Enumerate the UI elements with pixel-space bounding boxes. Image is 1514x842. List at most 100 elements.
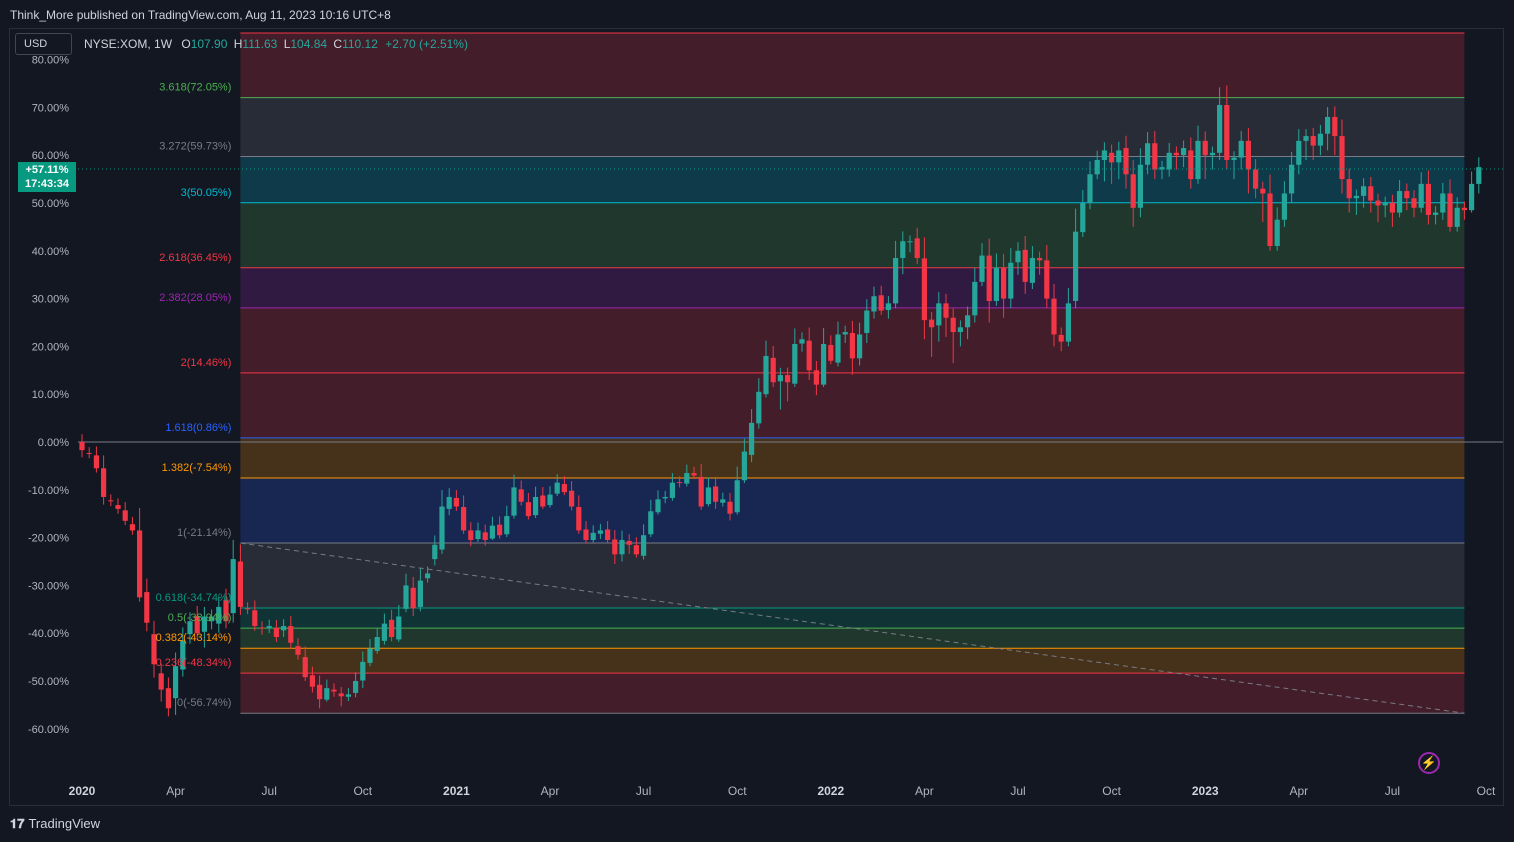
x-tick-label: Apr [1289, 784, 1308, 798]
x-tick-label: Apr [915, 784, 934, 798]
candle-body [1130, 174, 1136, 208]
candle-body [713, 486, 719, 502]
candle-body [554, 482, 560, 494]
candle-body [425, 573, 431, 579]
fib-band [240, 478, 1465, 544]
candle-body [1404, 191, 1410, 199]
candle-body [1152, 143, 1158, 170]
candle-body [648, 511, 654, 535]
candle-body [165, 688, 171, 709]
candle-body [1339, 136, 1345, 180]
candle-body [684, 473, 690, 484]
candle-body [641, 535, 647, 556]
candle-body [597, 530, 603, 534]
candle-body [324, 688, 330, 700]
candle-body [1101, 150, 1107, 160]
candle-body [1022, 249, 1028, 282]
y-tick-label: 30.00% [32, 294, 70, 306]
candle-body [468, 530, 474, 540]
candle-body [1166, 152, 1172, 170]
change-value: +2.70 (+2.51%) [385, 37, 468, 51]
fib-level-label: 1.382(-7.54%) [162, 462, 232, 474]
candle-body [1368, 186, 1374, 201]
tradingview-footer[interactable]: 𝟏𝟕 TradingView [10, 816, 100, 832]
candle-body [605, 529, 611, 540]
candle-body [1361, 186, 1367, 196]
currency-button[interactable]: USD [15, 33, 72, 55]
candle-body [158, 673, 164, 690]
fib-level-label: 0.5(-38.94%) [168, 612, 232, 624]
candle-body [734, 480, 740, 513]
ohlc-legend: NYSE:XOM, 1W O107.90 H111.63 L104.84 C11… [84, 37, 468, 51]
candle-body [446, 496, 452, 509]
candle-body [785, 375, 791, 383]
price-chart[interactable]: 0(-56.74%) 0.236(-48.34%) 0.382(-43.14%) 0.… [0, 0, 1514, 842]
candle-body [1454, 207, 1460, 227]
candle-body [1245, 140, 1251, 170]
candle-body [101, 468, 107, 497]
high-value: 111.63 [242, 37, 278, 51]
candle-body [1123, 148, 1129, 175]
candle-body [691, 473, 697, 476]
symbol-label[interactable]: NYSE:XOM, 1W [84, 37, 172, 51]
lightning-bolt-icon[interactable]: ⚡ [1418, 752, 1440, 774]
candle-body [79, 442, 85, 451]
candle-body [93, 455, 99, 469]
candle-body [345, 694, 351, 697]
candle-body [115, 505, 121, 509]
fib-band [240, 267, 1465, 308]
candle-body [965, 315, 971, 328]
y-tick-label: 20.00% [32, 341, 70, 353]
candle-body [353, 681, 359, 693]
candle-body [842, 332, 848, 335]
candle-body [1209, 152, 1215, 156]
candle-body [756, 391, 762, 424]
candle-body [1181, 148, 1187, 156]
x-tick-label: 2023 [1192, 784, 1219, 798]
candle-body [245, 608, 251, 610]
candle-body [252, 610, 258, 627]
fib-band [240, 608, 1465, 629]
y-tick-label: -30.00% [28, 580, 69, 592]
y-tick-label: -50.00% [28, 676, 69, 688]
x-tick-label: Oct [1477, 784, 1496, 798]
fib-band [240, 437, 1465, 479]
candle-body [893, 257, 899, 304]
candle-body [1195, 140, 1201, 180]
candle-body [633, 545, 639, 555]
candle-body [590, 532, 596, 540]
candle-body [331, 689, 337, 692]
candle-body [662, 496, 668, 499]
candle-body [943, 303, 949, 318]
candle-body [173, 666, 179, 699]
fib-level-label: 2.618(36.45%) [159, 252, 231, 264]
candle-body [1303, 136, 1309, 141]
fib-band [240, 202, 1465, 268]
candle-body [281, 626, 287, 631]
candle-body [1073, 231, 1079, 301]
candle-body [669, 482, 675, 498]
candle-body [1447, 193, 1453, 227]
y-tick-label: -60.00% [28, 724, 69, 736]
candle-body [547, 494, 553, 506]
y-tick-label: -10.00% [28, 485, 69, 497]
candle-body [137, 530, 143, 598]
candle-body [518, 489, 524, 502]
candle-body [86, 452, 92, 454]
candle-body [417, 580, 423, 607]
candle-body [1389, 203, 1395, 213]
candle-body [396, 616, 402, 640]
tradingview-brand: TradingView [28, 816, 101, 831]
x-tick-label: Oct [728, 784, 747, 798]
candle-body [1353, 195, 1359, 199]
candle-body [237, 561, 243, 607]
candle-body [1375, 200, 1381, 206]
y-axis: 80.00% 70.00% 60.00% 50.00% 40.00% 30.00% 20.0… [28, 55, 69, 736]
candle-body [389, 619, 395, 638]
candle-body [1469, 183, 1475, 211]
candle-body [302, 657, 308, 678]
candle-body [1145, 143, 1151, 165]
x-tick-label: 2021 [443, 784, 470, 798]
fib-band [240, 97, 1465, 157]
y-tick-label: -20.00% [28, 533, 69, 545]
